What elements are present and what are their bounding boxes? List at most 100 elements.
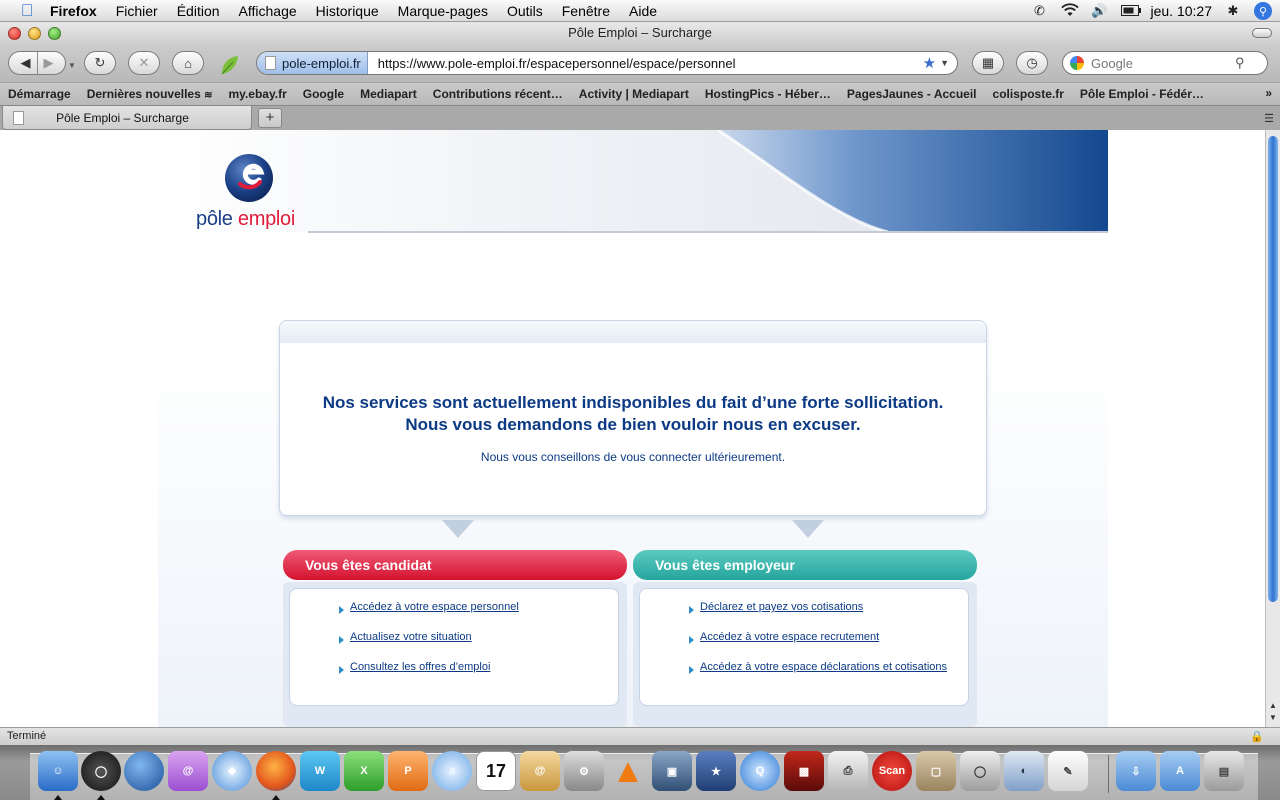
history-button[interactable]: ◷: [1016, 51, 1048, 75]
scroll-up-icon[interactable]: ▲: [1267, 701, 1279, 711]
bookmark-item[interactable]: Mediapart: [360, 87, 417, 101]
menu-fichier[interactable]: Fichier: [116, 3, 158, 19]
menu-edition[interactable]: Édition: [177, 3, 220, 19]
menu-aide[interactable]: Aide: [629, 3, 657, 19]
window-title: Pôle Emploi – Surcharge: [568, 25, 712, 40]
candidat-panel-title: Vous êtes candidat: [283, 550, 627, 580]
site-identity-button[interactable]: pole-emploi.fr: [257, 52, 368, 74]
vertical-scrollbar[interactable]: ▲ ▼: [1265, 130, 1280, 727]
bookmark-item[interactable]: Démarrage: [8, 87, 71, 101]
installer-icon[interactable]: ▢: [916, 751, 956, 791]
search-icon[interactable]: ⚲: [1235, 55, 1245, 71]
applications-folder-icon[interactable]: A: [1160, 751, 1200, 791]
back-icon[interactable]: ◀: [21, 55, 31, 71]
iphoto-icon[interactable]: ▣: [652, 751, 692, 791]
address-book-icon[interactable]: @: [520, 751, 560, 791]
vlc-icon[interactable]: ▲: [608, 751, 648, 791]
apple-menu-icon[interactable]: : [18, 1, 36, 20]
minimize-window-button[interactable]: [28, 27, 41, 40]
ichat-icon[interactable]: @: [168, 751, 208, 791]
trash-icon[interactable]: ▤: [1204, 751, 1244, 791]
menu-outils[interactable]: Outils: [507, 3, 543, 19]
menu-bar:  Firefox Fichier Édition Affichage Hist…: [0, 0, 1280, 22]
bookmark-item[interactable]: my.ebay.fr: [229, 87, 287, 101]
scroll-down-icon[interactable]: ▼: [1267, 713, 1279, 723]
dvd-player-icon[interactable]: ◯: [960, 751, 1000, 791]
google-earth-icon[interactable]: [124, 751, 164, 791]
ical-icon[interactable]: 17: [476, 751, 516, 791]
bookmark-item[interactable]: PagesJaunes - Accueil: [847, 87, 977, 101]
leaf-addon-icon[interactable]: [218, 54, 240, 76]
bookmark-item[interactable]: Activity | Mediapart: [579, 87, 689, 101]
link-espace-personnel[interactable]: Accédez à votre espace personnel: [339, 601, 519, 614]
firefox-icon[interactable]: [256, 751, 296, 791]
url-dropdown-icon[interactable]: ▼: [940, 58, 949, 68]
quicktime-icon[interactable]: Q: [740, 751, 780, 791]
wifi-icon[interactable]: [1060, 2, 1079, 20]
menu-app-name[interactable]: Firefox: [50, 3, 97, 19]
scan-icon[interactable]: Scan: [872, 751, 912, 791]
finder-icon[interactable]: ☺: [38, 751, 78, 791]
search-input[interactable]: [1091, 55, 1231, 71]
close-window-button[interactable]: [8, 27, 21, 40]
clock-icon: ◷: [1026, 55, 1038, 70]
tab-pole-emploi[interactable]: Pôle Emploi – Surcharge: [2, 106, 252, 130]
spotlight-icon[interactable]: ⚲: [1254, 2, 1272, 20]
battery-icon[interactable]: [1120, 4, 1141, 19]
photobooth-icon[interactable]: ▩: [784, 751, 824, 791]
menu-historique[interactable]: Historique: [316, 3, 379, 19]
scrollbar-thumb[interactable]: [1268, 136, 1278, 602]
forward-icon[interactable]: ▶: [44, 55, 54, 71]
home-button[interactable]: ⌂: [172, 51, 204, 75]
bookmark-label: Dernières nouvelles: [86, 87, 201, 101]
menu-marque-pages[interactable]: Marque-pages: [398, 3, 488, 19]
bookmark-item[interactable]: HostingPics - Héber…: [705, 87, 831, 101]
clock[interactable]: jeu. 10:27: [1151, 3, 1213, 19]
link-actualisez-situation[interactable]: Actualisez votre situation: [339, 631, 472, 644]
imovie-icon[interactable]: ★: [696, 751, 736, 791]
bookmark-item[interactable]: Contributions récent…: [433, 87, 563, 101]
bluetooth-icon[interactable]: ✱: [1224, 3, 1242, 19]
bookmark-item[interactable]: Google: [303, 87, 344, 101]
url-text[interactable]: https://www.pole-emploi.fr/espacepersonn…: [368, 56, 923, 71]
printer-icon[interactable]: ⎙: [828, 751, 868, 791]
image-capture-icon[interactable]: ◐: [1004, 751, 1044, 791]
safari-icon[interactable]: ❖: [212, 751, 252, 791]
google-engine-icon[interactable]: [1063, 52, 1091, 74]
bookmark-star-icon[interactable]: ★: [923, 54, 936, 72]
bookmarks-overflow-icon[interactable]: »: [1265, 86, 1272, 100]
bookmark-item[interactable]: Pôle Emploi - Fédér…: [1080, 87, 1204, 101]
link-declarez-cotisations[interactable]: Déclarez et payez vos cotisations: [688, 601, 863, 614]
url-bar[interactable]: pole-emploi.fr https://www.pole-emploi.f…: [256, 51, 958, 75]
lock-icon[interactable]: 🔒: [1250, 729, 1264, 746]
preferences-icon[interactable]: ⚙: [564, 751, 604, 791]
stop-button[interactable]: ✕: [128, 51, 160, 75]
new-tab-button[interactable]: +: [258, 108, 282, 128]
arrow-down-icon: [792, 520, 824, 538]
bookmark-item[interactable]: colisposte.fr: [993, 87, 1064, 101]
stop-icon: ✕: [138, 55, 150, 70]
tab-list-icon[interactable]: ☰: [1264, 112, 1274, 125]
powerpoint-icon[interactable]: P: [388, 751, 428, 791]
reload-button[interactable]: ↻: [84, 51, 116, 75]
menu-fenetre[interactable]: Fenêtre: [562, 3, 610, 19]
textedit-icon[interactable]: ✎: [1048, 751, 1088, 791]
link-offres-emploi[interactable]: Consultez les offres d’emploi: [338, 661, 490, 674]
excel-icon[interactable]: X: [344, 751, 384, 791]
itunes-icon[interactable]: ♫: [432, 751, 472, 791]
bookmark-item[interactable]: Dernières nouvelles ≋: [87, 87, 213, 101]
zoom-window-button[interactable]: [48, 27, 61, 40]
link-espace-recrutement[interactable]: Accédez à votre espace recrutement: [688, 631, 879, 644]
employeur-panel: Déclarez et payez vos cotisations Accéde…: [633, 582, 977, 727]
phone-icon[interactable]: ✆: [1031, 3, 1049, 19]
downloads-folder-icon[interactable]: ⇩: [1116, 751, 1156, 791]
dashboard-icon[interactable]: ◯: [81, 751, 121, 791]
window-titlebar: Pôle Emploi – Surcharge: [0, 22, 1280, 44]
menu-affichage[interactable]: Affichage: [239, 3, 297, 19]
volume-icon[interactable]: 🔊: [1091, 3, 1109, 19]
history-dropdown-icon[interactable]: ▼: [68, 61, 76, 70]
bookmarks-button[interactable]: ▦: [972, 51, 1004, 75]
word-icon[interactable]: W: [300, 751, 340, 791]
link-espace-declarations[interactable]: Accédez à votre espace déclarations et c…: [688, 661, 947, 674]
toolbar-toggle-button[interactable]: [1252, 28, 1272, 38]
